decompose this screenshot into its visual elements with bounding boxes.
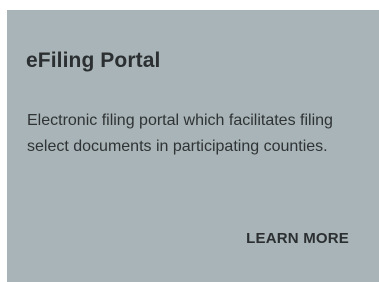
efiling-portal-card: eFiling Portal Electronic filing portal … — [7, 10, 379, 282]
card-description: Electronic filing portal which facilitat… — [27, 112, 333, 155]
card-title: eFiling Portal — [26, 49, 161, 72]
learn-more-link[interactable]: LEARN MORE — [246, 230, 349, 247]
